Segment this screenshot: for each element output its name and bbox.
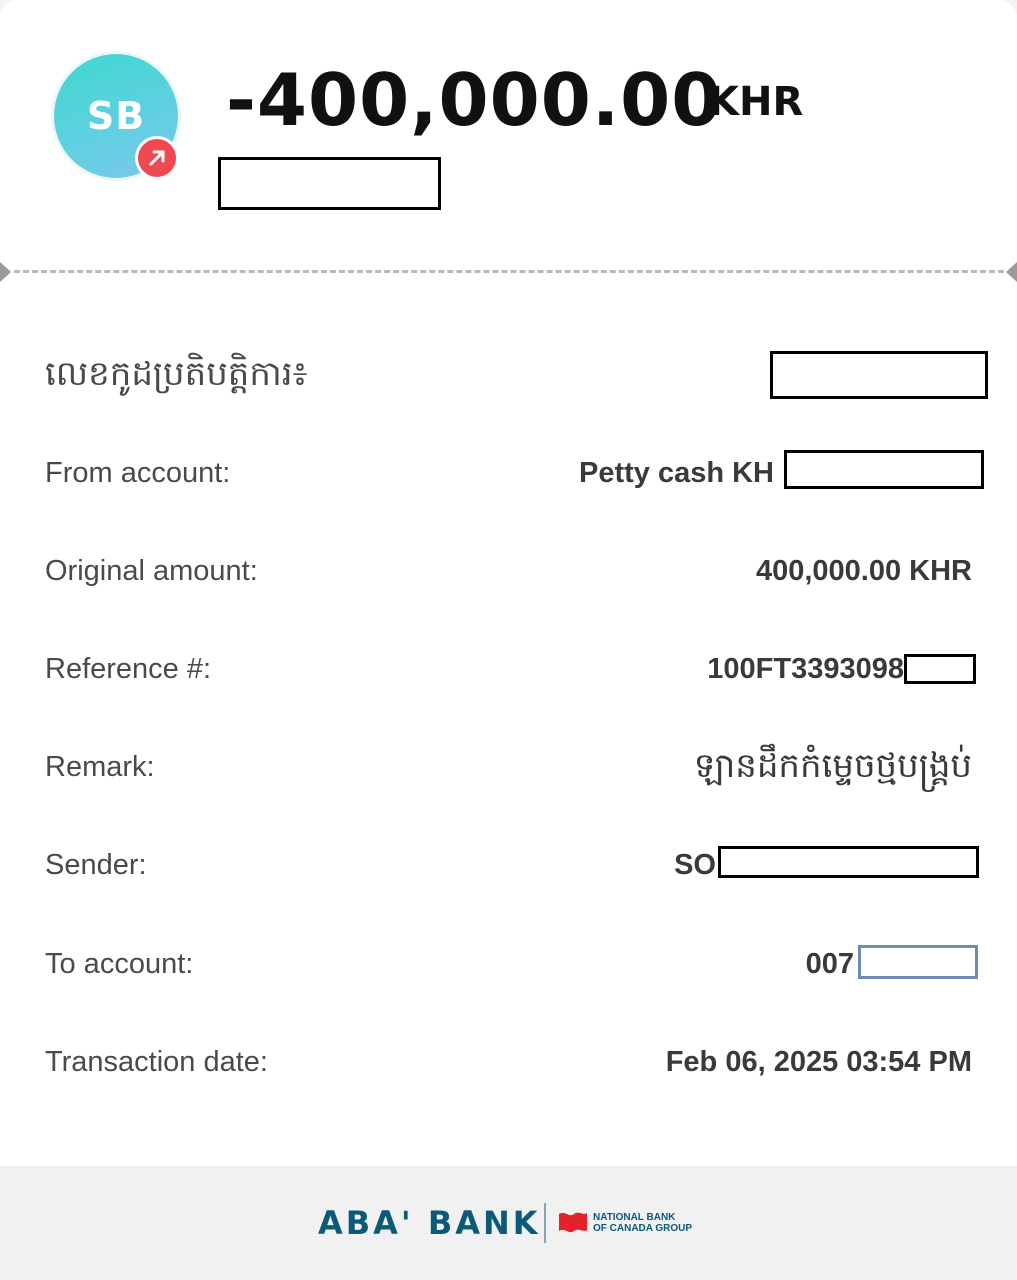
- sender-label: Sender:: [45, 849, 147, 881]
- outgoing-arrow-icon: [135, 136, 179, 180]
- nbc-line-1: NATIONAL BANK: [593, 1212, 676, 1223]
- sender-value: SO: [674, 849, 716, 881]
- original-amount-value: 400,000.00 KHR: [755, 555, 972, 587]
- redacted-from-account: [784, 450, 984, 489]
- aba-bank-logo: ABA' BANK: [318, 1204, 541, 1242]
- transaction-id-label: លេខកូដប្រតិបត្តិការ៖: [45, 354, 308, 394]
- reference-value: 100FT3393098: [707, 653, 904, 685]
- amount-currency: KHR: [708, 79, 804, 125]
- transaction-amount: -400,000.00: [226, 58, 723, 142]
- redacted-to-account: [858, 945, 978, 979]
- nbc-line-2: OF CANADA GROUP: [593, 1223, 693, 1234]
- remark-label: Remark:: [45, 751, 155, 783]
- redacted-sender-name: [718, 846, 979, 878]
- nbc-group-logo-text: NATIONAL BANK OF CANADA GROUP: [593, 1212, 713, 1234]
- transaction-date-value: Feb 06, 2025 03:54 PM: [665, 1046, 972, 1078]
- original-amount-label: Original amount:: [45, 555, 258, 587]
- ticket-notch-left: [0, 262, 11, 282]
- transaction-receipt: SB -400,000.00 KHR លេខកូដប្រតិបត្តិការ៖ …: [0, 0, 1017, 1280]
- logo-separator: [544, 1203, 546, 1243]
- nbc-flag-icon: [558, 1210, 588, 1239]
- dashed-divider: [14, 270, 1004, 273]
- transaction-date-label: Transaction date:: [45, 1046, 268, 1078]
- redacted-reference-suffix: [904, 654, 976, 684]
- to-account-value: 007: [805, 948, 854, 980]
- redacted-recipient-name: [218, 157, 441, 210]
- from-account-value: Petty cash KH: [578, 457, 774, 489]
- reference-label: Reference #:: [45, 653, 212, 685]
- ticket-notch-right: [1006, 262, 1017, 282]
- to-account-label: To account:: [45, 948, 194, 980]
- from-account-label: From account:: [45, 457, 231, 489]
- remark-value: ឡានដឹកកំម្ទេចថ្មបង្គ្រប់: [693, 746, 972, 786]
- redacted-transaction-id: [770, 351, 988, 399]
